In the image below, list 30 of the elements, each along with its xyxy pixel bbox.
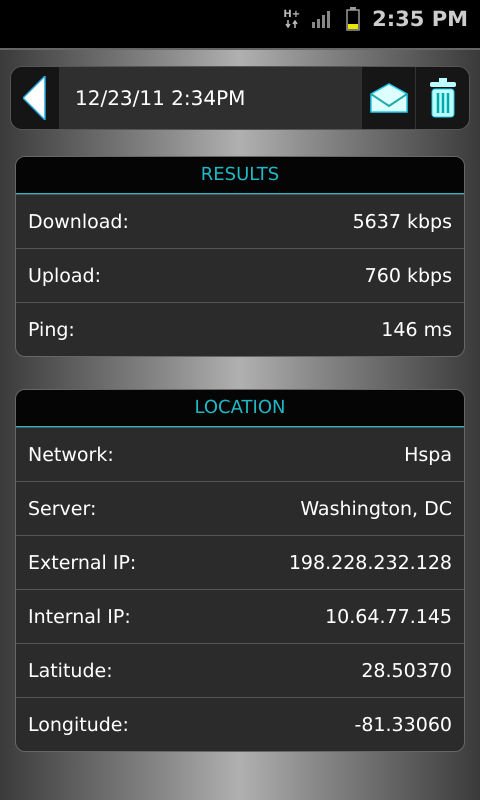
row-value: 146 ms (381, 318, 452, 340)
row-value: -81.33060 (354, 714, 452, 736)
battery-icon (346, 7, 360, 31)
row-value: 5637 kbps (352, 210, 452, 232)
row-label: External IP: (28, 552, 136, 574)
row-label: Longitude: (28, 714, 129, 736)
row-label: Server: (28, 498, 96, 520)
row-label: Network: (28, 444, 114, 466)
section-title: LOCATION (16, 390, 464, 427)
row-label: Internal IP: (28, 606, 131, 628)
status-time: 2:35 PM (372, 7, 468, 31)
trash-icon (428, 78, 456, 118)
row-value: Washington, DC (300, 498, 452, 520)
row-label: Download: (28, 210, 129, 232)
header-title: 12/23/11 2:34PM (59, 67, 361, 129)
network-type-indicator: H+ (283, 10, 300, 28)
row-value: Hspa (404, 444, 452, 466)
row-label: Upload: (28, 264, 101, 286)
row-value: 198.228.232.128 (288, 552, 452, 574)
row-label: Ping: (28, 318, 75, 340)
email-button[interactable] (361, 67, 415, 129)
row-value: 10.64.77.145 (325, 606, 452, 628)
envelope-icon (368, 82, 408, 114)
back-arrow-icon (23, 76, 47, 120)
back-button[interactable] (11, 67, 59, 129)
section-title: RESULTS (16, 157, 464, 194)
row-value: 760 kbps (364, 264, 452, 286)
row-label: Latitude: (28, 660, 113, 682)
delete-button[interactable] (415, 67, 469, 129)
row-value: 28.50370 (361, 660, 452, 682)
